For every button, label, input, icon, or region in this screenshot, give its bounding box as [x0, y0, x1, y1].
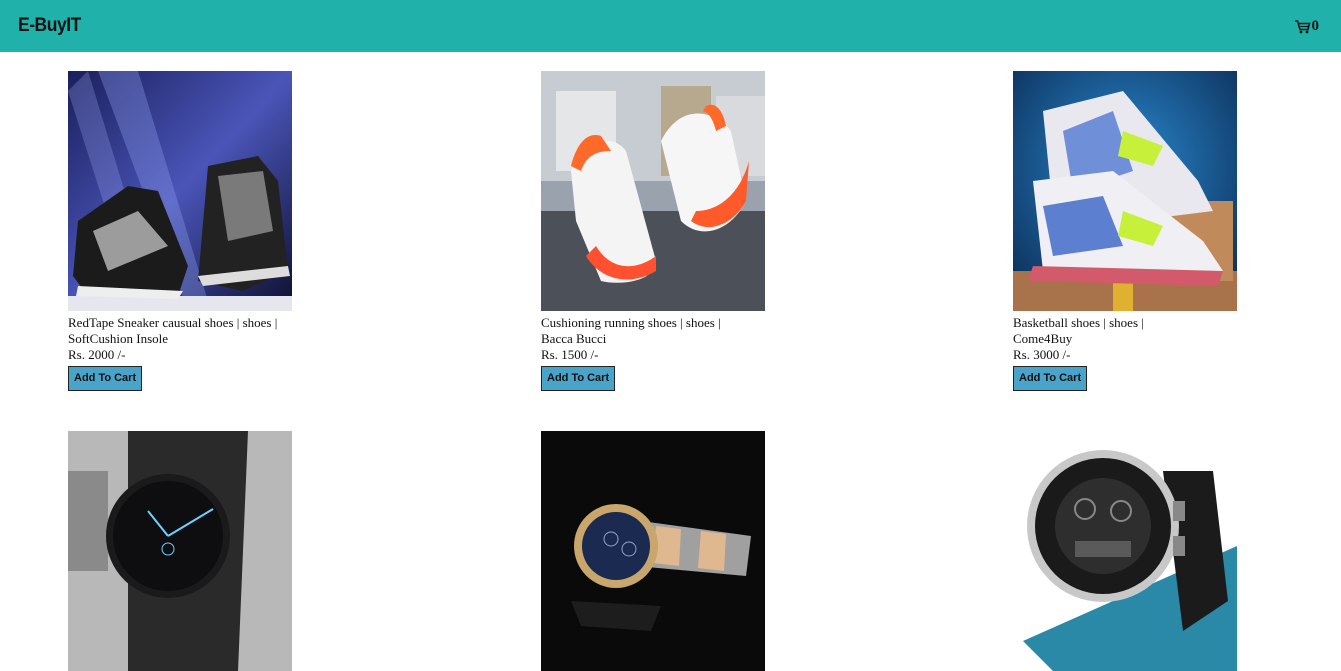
product-card: Cushioning running shoes | shoes | Bacca…: [541, 71, 765, 391]
product-title: Cushioning running shoes | shoes |: [541, 315, 721, 330]
sneaker-image[interactable]: [68, 71, 292, 311]
product-price: Rs. 3000 /-: [1013, 347, 1071, 362]
cart-count: 0: [1311, 17, 1320, 34]
product-price: Rs. 1500 /-: [541, 347, 599, 362]
steel-watch-image[interactable]: [541, 431, 765, 671]
cart-button[interactable]: 0: [1294, 17, 1320, 35]
running-shoes-image[interactable]: [541, 71, 765, 311]
product-brand: Come4Buy: [1013, 331, 1073, 346]
product-card: [541, 431, 765, 671]
product-card: Basketball shoes | shoes | Come4Buy Rs. …: [1013, 71, 1237, 391]
product-price: Rs. 2000 /-: [68, 347, 126, 362]
sport-watch-image[interactable]: [1013, 431, 1237, 671]
product-title: Basketball shoes | shoes |: [1013, 315, 1144, 330]
cart-icon: [1294, 19, 1310, 33]
mesh-watch-image[interactable]: [68, 431, 292, 671]
product-card: [68, 431, 292, 671]
add-to-cart-button[interactable]: Add To Cart: [541, 366, 616, 391]
product-card: RedTape Sneaker causual shoes | shoes | …: [68, 71, 292, 391]
product-title: RedTape Sneaker causual shoes | shoes |: [68, 315, 278, 330]
brand-logo[interactable]: E-BuyIT: [18, 15, 81, 37]
add-to-cart-button[interactable]: Add To Cart: [1013, 366, 1088, 391]
product-brand: SoftCushion Insole: [68, 331, 169, 346]
product-card: [1013, 431, 1237, 671]
add-to-cart-button[interactable]: Add To Cart: [68, 366, 143, 391]
product-brand: Bacca Bucci: [541, 331, 607, 346]
navbar: E-BuyIT 0: [0, 0, 1341, 52]
basketball-shoes-image[interactable]: [1013, 71, 1237, 311]
